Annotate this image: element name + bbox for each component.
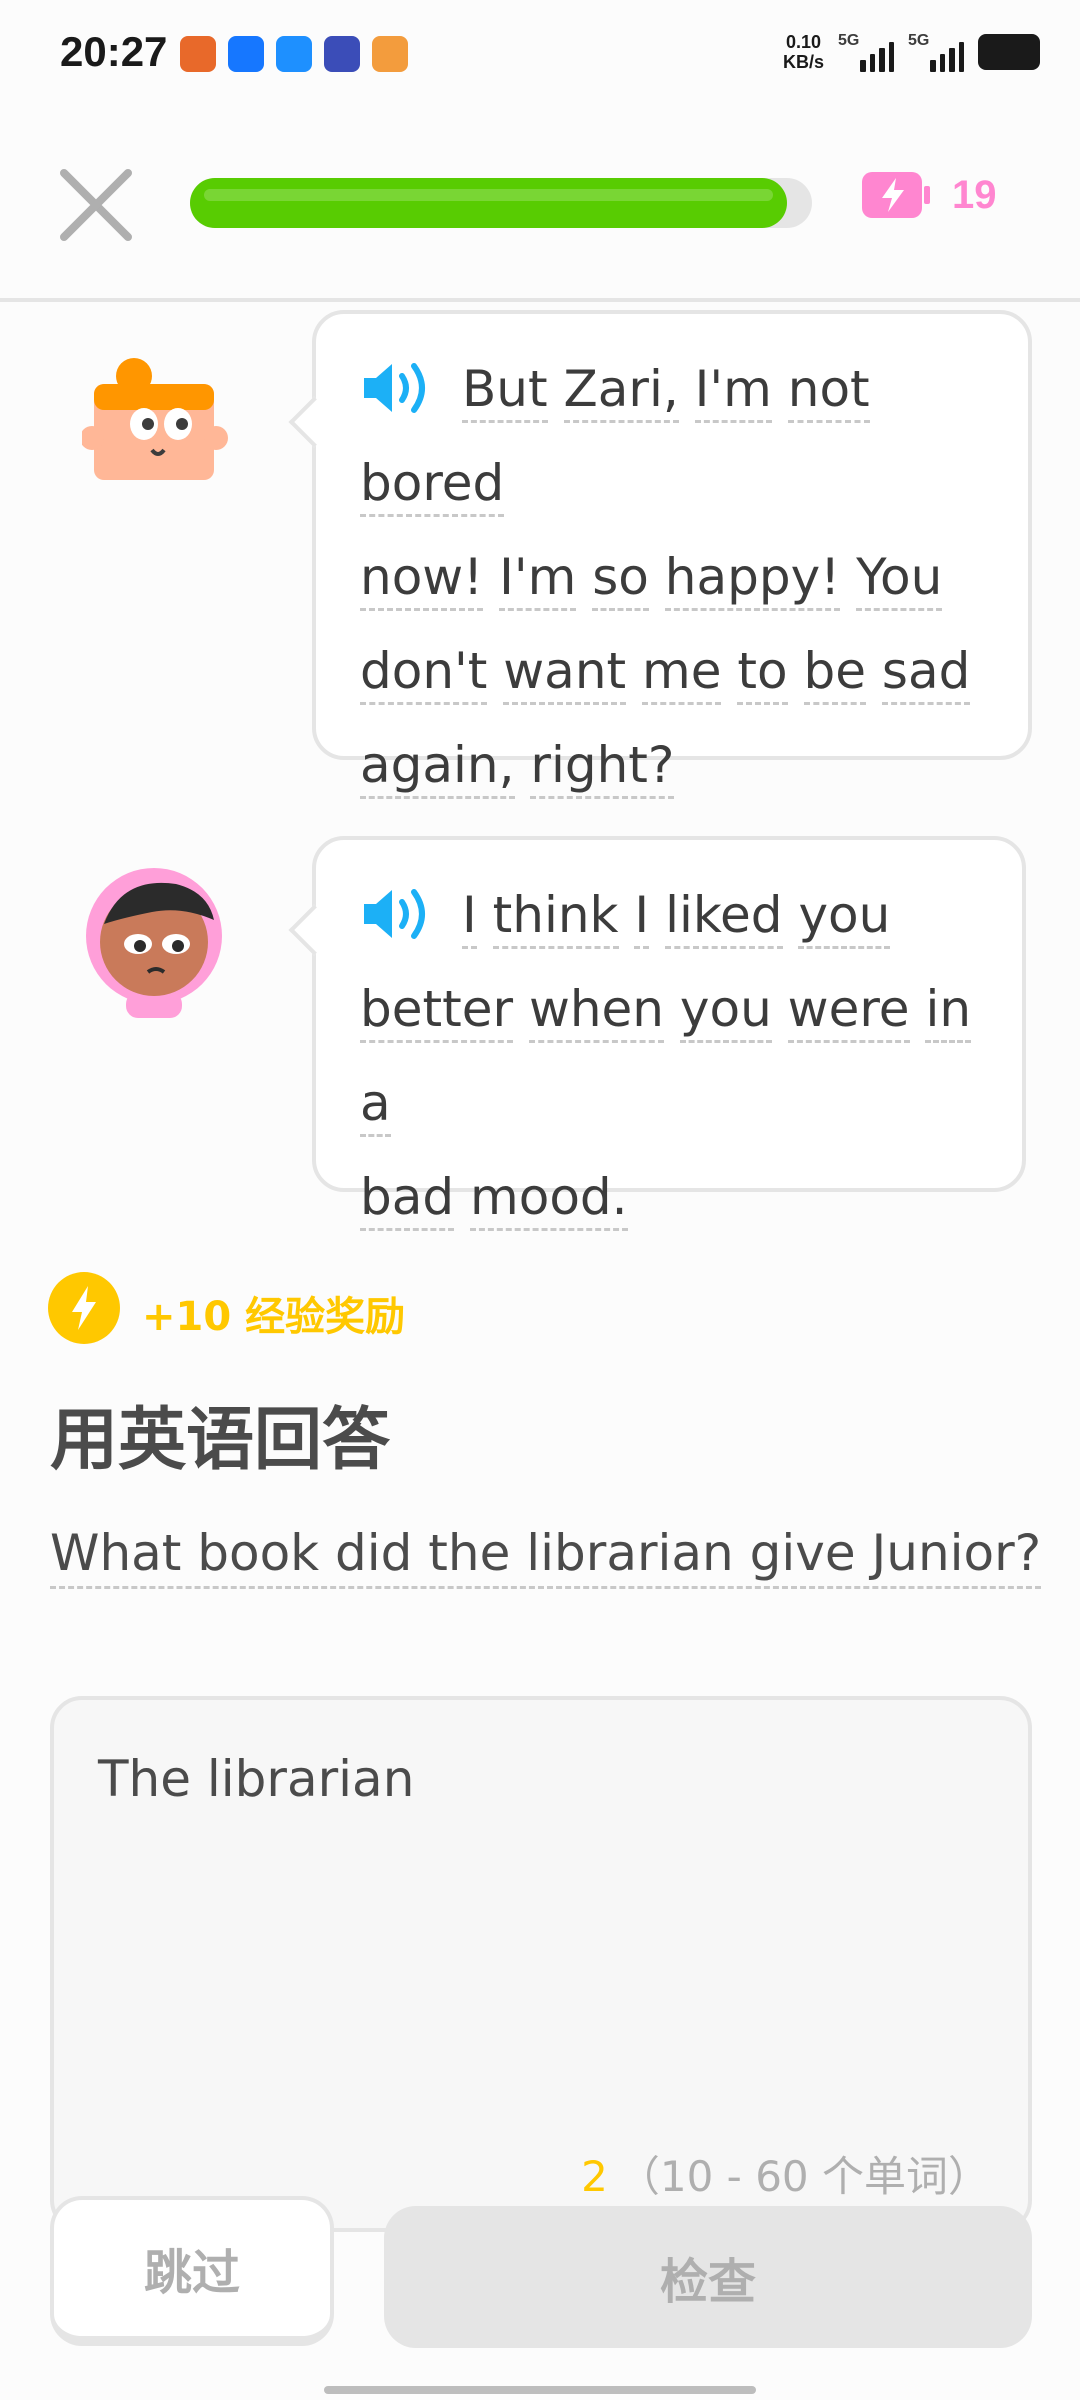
- app-notification-icon: [324, 36, 360, 72]
- bubble-line: bad mood.: [360, 1150, 978, 1244]
- bubble-word[interactable]: I'm: [499, 548, 577, 611]
- status-bar: 20:27 0.10 KB/s 5G 5G: [0, 0, 1080, 110]
- bubble-word[interactable]: But: [462, 360, 548, 423]
- status-time: 20:27: [60, 28, 168, 75]
- bubble-word[interactable]: not: [787, 360, 870, 423]
- app-notification-icon: [180, 36, 216, 72]
- speech-bubble-zari: I think I liked you better when you were …: [288, 836, 1026, 1231]
- energy-count: 19: [952, 172, 997, 217]
- bubble-word[interactable]: to: [737, 642, 788, 705]
- lesson-progress-bar: [190, 178, 812, 228]
- energy-counter[interactable]: 19: [860, 170, 997, 220]
- bubble-word[interactable]: in: [925, 980, 972, 1043]
- bubble-line: now! I'm so happy! You: [360, 530, 984, 624]
- avatar-zari: [82, 866, 232, 1022]
- prompt-title: 用英语回答: [50, 1401, 391, 1480]
- bubble-text: I think I liked you better when you were …: [360, 868, 978, 1244]
- bubble-line: again, right?: [360, 718, 984, 812]
- bubble-word[interactable]: bored: [360, 454, 505, 517]
- bubble-word[interactable]: you: [679, 980, 772, 1043]
- status-indicators: 0.10 KB/s 5G 5G: [783, 32, 1040, 72]
- bubble-word[interactable]: Zari,: [563, 360, 679, 423]
- xp-bonus-label: +10 经验奖励: [142, 1294, 406, 1340]
- home-indicator[interactable]: [324, 2386, 756, 2394]
- answer-textarea[interactable]: The librarian 2 （10 - 60 个单词）: [50, 1696, 1032, 2232]
- signal-sim1-icon: 5G: [838, 32, 894, 72]
- question-text[interactable]: What book did the librarian give Junior?: [50, 1524, 1042, 1589]
- progress-shine: [204, 189, 773, 201]
- browser-icon: [276, 36, 312, 72]
- bubble-word[interactable]: be: [803, 642, 866, 705]
- speaker-icon[interactable]: [360, 884, 436, 944]
- check-button[interactable]: 检查: [384, 2206, 1032, 2348]
- progress-fill: [190, 178, 787, 228]
- bubble-word[interactable]: me: [642, 642, 722, 705]
- energy-battery-icon: [862, 172, 930, 218]
- alipay-icon: [228, 36, 264, 72]
- bubble-line: don't want me to be sad: [360, 624, 984, 718]
- xp-lightning-icon: [48, 1272, 120, 1344]
- bubble-word[interactable]: again,: [360, 736, 515, 799]
- close-icon: [60, 169, 132, 241]
- bubble-word[interactable]: you: [798, 886, 891, 949]
- bubble-word[interactable]: a: [360, 1074, 391, 1137]
- bubble-line: better when you were in a: [360, 962, 978, 1150]
- bubble-word[interactable]: mood.: [470, 1168, 628, 1231]
- word-count-current: 2: [581, 2152, 608, 2201]
- word-count-range: （10 - 60 个单词）: [617, 2152, 990, 2201]
- app-notification-icon: [372, 36, 408, 72]
- bubble-word[interactable]: don't: [360, 642, 488, 705]
- bubble-word[interactable]: I: [462, 886, 477, 949]
- bubble-word[interactable]: were: [787, 980, 910, 1043]
- bubble-word[interactable]: think: [492, 886, 619, 949]
- header-divider: [0, 298, 1080, 302]
- skip-button[interactable]: 跳过: [50, 2196, 334, 2346]
- word-count: 2 （10 - 60 个单词）: [581, 2143, 990, 2204]
- bubble-word[interactable]: right?: [530, 736, 675, 799]
- bubble-word[interactable]: I'm: [694, 360, 772, 423]
- bubble-line: But Zari, I'm not bored: [360, 342, 984, 530]
- notification-icons: [180, 36, 408, 72]
- bubble-word[interactable]: now!: [360, 548, 484, 611]
- bubble-word[interactable]: liked: [665, 886, 783, 949]
- speaker-icon[interactable]: [360, 358, 436, 418]
- bubble-word[interactable]: better: [360, 980, 514, 1043]
- bubble-word[interactable]: bad: [360, 1168, 455, 1231]
- bubble-word[interactable]: so: [592, 548, 649, 611]
- bubble-line: I think I liked you: [360, 868, 978, 962]
- signal-sim2-icon: 5G: [908, 32, 964, 72]
- close-button[interactable]: [56, 165, 136, 245]
- bubble-word[interactable]: You: [856, 548, 943, 611]
- bubble-word[interactable]: want: [503, 642, 627, 705]
- bubble-word[interactable]: I: [634, 886, 650, 949]
- avatar-junior: [80, 354, 232, 484]
- bubble-word[interactable]: when: [528, 980, 664, 1043]
- answer-input-value[interactable]: The librarian: [98, 1750, 414, 1808]
- bubble-text: But Zari, I'm not bored now! I'm so happy…: [360, 342, 984, 812]
- battery-icon: [978, 34, 1040, 70]
- bubble-word[interactable]: sad: [881, 642, 971, 705]
- speech-bubble-junior: But Zari, I'm not bored now! I'm so happy…: [288, 310, 1032, 799]
- bubble-word[interactable]: happy!: [664, 548, 841, 611]
- network-speed: 0.10 KB/s: [782, 32, 824, 72]
